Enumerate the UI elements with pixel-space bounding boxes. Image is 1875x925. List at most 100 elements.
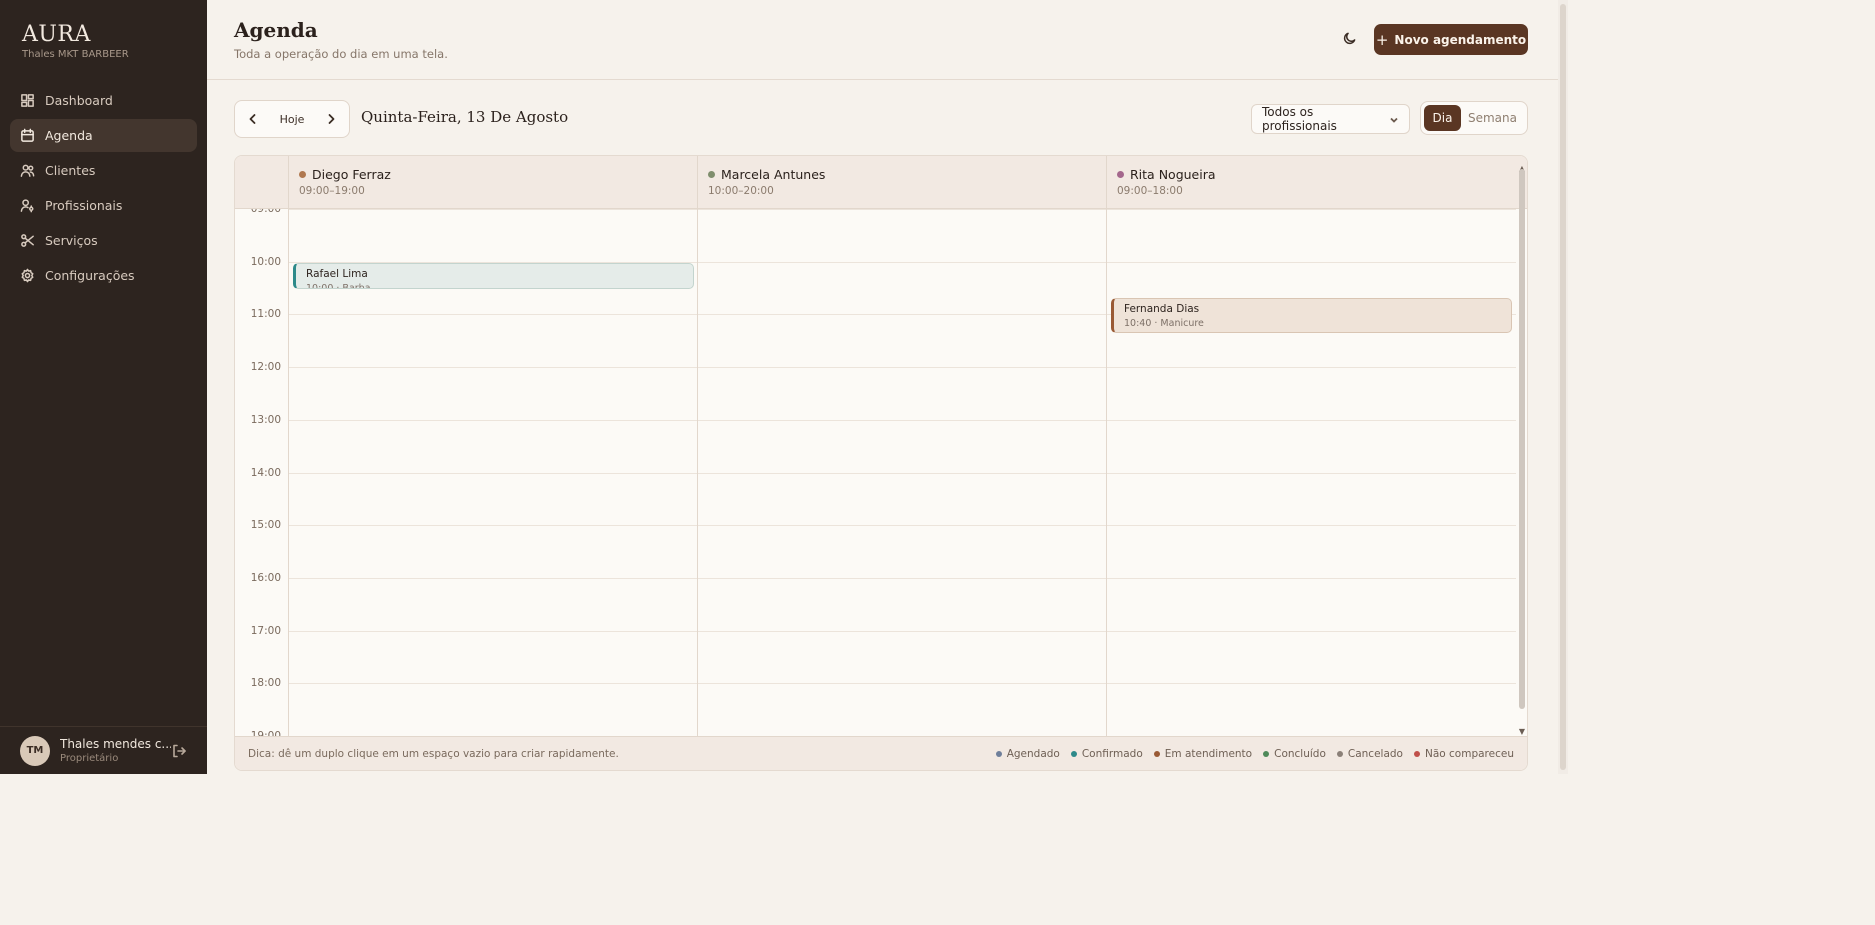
- chevron-right-icon[interactable]: [323, 111, 339, 127]
- user-role: Proprietário: [60, 753, 119, 764]
- chevron-down-icon: [1389, 114, 1399, 124]
- new-appointment-button[interactable]: + Novo agendamento: [1374, 24, 1528, 55]
- professional-column-header: Rita Nogueira 09:00–18:00: [1107, 156, 1516, 208]
- tip-text: Dica: dê um duplo clique em um espaço va…: [248, 747, 619, 760]
- sidebar-nav: Dashboard Agenda Clientes Profissionais …: [0, 84, 207, 292]
- professional-filter-value: Todos os profissionais: [1262, 105, 1337, 133]
- sidebar-item-agenda[interactable]: Agenda: [10, 119, 197, 152]
- calendar-icon: [20, 128, 35, 143]
- time-slot-label: 09:00: [250, 209, 281, 215]
- hour-gridline: [289, 209, 1516, 210]
- hour-gridline: [289, 630, 1516, 632]
- view-week-button[interactable]: Semana: [1461, 105, 1524, 131]
- calendar-header: Diego Ferraz 09:00–19:00 Marcela Antunes…: [235, 156, 1527, 209]
- professional-color-dot: [708, 171, 715, 178]
- hour-gridline: [289, 367, 1516, 369]
- date-navigator: Hoje: [234, 100, 350, 138]
- professional-name: Rita Nogueira: [1130, 167, 1216, 182]
- user-panel: TM Thales mendes c... Proprietário: [0, 726, 207, 774]
- legend-item: Cancelado: [1336, 747, 1403, 760]
- time-slot-label: 10:00: [250, 255, 281, 268]
- appointment-card[interactable]: Rafael Lima 10:00 · Barba: [293, 262, 694, 290]
- professional-column-header: Diego Ferraz 09:00–19:00: [289, 156, 698, 208]
- time-slot-label: 14:00: [250, 466, 281, 479]
- brand-logo: AURA: [22, 22, 91, 47]
- column-divider: [697, 209, 698, 737]
- professional-name: Marcela Antunes: [721, 167, 826, 182]
- sidebar-item-label: Configurações: [45, 268, 135, 283]
- sidebar: AURA Thales MKT BARBEER Dashboard Agenda…: [0, 0, 207, 774]
- professional-name: Diego Ferraz: [312, 167, 391, 182]
- sidebar-item-configuracoes[interactable]: Configurações: [10, 259, 197, 292]
- avatar[interactable]: TM: [20, 735, 50, 766]
- sidebar-item-label: Dashboard: [45, 93, 113, 108]
- sidebar-item-clientes[interactable]: Clientes: [10, 154, 197, 187]
- page-scroll-thumb[interactable]: [1560, 4, 1566, 770]
- sidebar-item-servicos[interactable]: Serviços: [10, 224, 197, 257]
- hour-gridline: [289, 419, 1516, 421]
- users-icon: [20, 163, 35, 178]
- professional-hours: 09:00–19:00: [299, 185, 365, 197]
- sidebar-item-label: Serviços: [45, 233, 98, 248]
- legend-dot: [995, 750, 1002, 757]
- legend-item: Em atendimento: [1153, 747, 1253, 760]
- column-divider: [288, 209, 289, 737]
- legend-dot: [1070, 750, 1077, 757]
- page-title: Agenda: [234, 18, 318, 42]
- main-content: Agenda Toda a operação do dia em uma tel…: [207, 0, 1568, 774]
- hour-gridline: [289, 472, 1516, 474]
- legend-label: Não compareceu: [1424, 747, 1514, 760]
- time-slot-label: 16:00: [250, 571, 281, 584]
- time-slot-label: 17:00: [250, 624, 281, 637]
- brand: AURA Thales MKT BARBEER: [0, 0, 207, 60]
- legend-dot: [1153, 750, 1160, 757]
- user-cog-icon: [20, 198, 35, 213]
- status-legend: Agendado Confirmado Em atendimento Concluíd…: [985, 748, 1514, 760]
- chevron-left-icon[interactable]: [245, 111, 261, 127]
- sidebar-item-dashboard[interactable]: Dashboard: [10, 84, 197, 117]
- professional-color-dot: [299, 171, 306, 178]
- hour-gridline: [289, 683, 1516, 685]
- sidebar-item-label: Profissionais: [45, 198, 123, 213]
- legend-label: Em atendimento: [1164, 747, 1253, 760]
- legend-dot: [1336, 750, 1343, 757]
- scroll-thumb[interactable]: [1519, 169, 1525, 709]
- legend-label: Cancelado: [1347, 747, 1403, 760]
- plus-icon: +: [1375, 30, 1389, 49]
- professional-filter-select[interactable]: Todos os profissionais: [1251, 104, 1410, 134]
- professional-column-header: Marcela Antunes 10:00–20:00: [698, 156, 1107, 208]
- page-subtitle: Toda a operação do dia em uma tela.: [234, 47, 448, 61]
- column-divider: [1106, 209, 1107, 737]
- today-button[interactable]: Hoje: [280, 113, 305, 126]
- appointment-client: Fernanda Dias: [1124, 302, 1200, 315]
- user-info: Thales mendes c... Proprietário: [60, 737, 171, 764]
- user-name: Thales mendes c...: [60, 737, 171, 751]
- time-column-header: [235, 156, 289, 208]
- sidebar-item-label: Clientes: [45, 163, 96, 178]
- time-slot-label: 13:00: [250, 413, 281, 426]
- sidebar-item-label: Agenda: [45, 128, 93, 143]
- time-slot-label: 15:00: [250, 519, 281, 532]
- calendar-toolbar: Hoje Quinta-Feira, 13 De Agosto Todos os…: [234, 100, 1528, 138]
- appointment-card[interactable]: Fernanda Dias 10:40 · Manicure: [1111, 297, 1512, 333]
- current-date: Quinta-Feira, 13 De Agosto: [361, 108, 569, 126]
- time-slot-label: 11:00: [250, 308, 281, 321]
- view-day-button[interactable]: Dia: [1424, 105, 1461, 131]
- legend-item: Não compareceu: [1413, 747, 1514, 760]
- moon-icon[interactable]: [1342, 31, 1358, 47]
- legend-item: Agendado: [995, 748, 1060, 760]
- professional-hours: 10:00–20:00: [708, 185, 774, 197]
- appointment-client: Rafael Lima: [306, 267, 368, 280]
- logout-icon[interactable]: [171, 743, 187, 759]
- professional-color-dot: [1117, 171, 1124, 178]
- page-scrollbar[interactable]: [1558, 0, 1568, 774]
- calendar-grid[interactable]: 09:00 10:00 11:00 12:00 13:00 14:00 15:00 16:00…: [235, 209, 1516, 737]
- legend-item: Confirmado: [1070, 748, 1143, 760]
- calendar-footer: Dica: dê um duplo clique em um espaço va…: [235, 736, 1527, 770]
- sidebar-item-profissionais[interactable]: Profissionais: [10, 189, 197, 222]
- gear-icon: [20, 268, 35, 283]
- time-slot-label: 12:00: [250, 361, 281, 374]
- legend-dot: [1413, 750, 1420, 757]
- calendar-scrollbar[interactable]: ▲ ▼: [1517, 164, 1527, 736]
- hour-gridline: [289, 525, 1516, 527]
